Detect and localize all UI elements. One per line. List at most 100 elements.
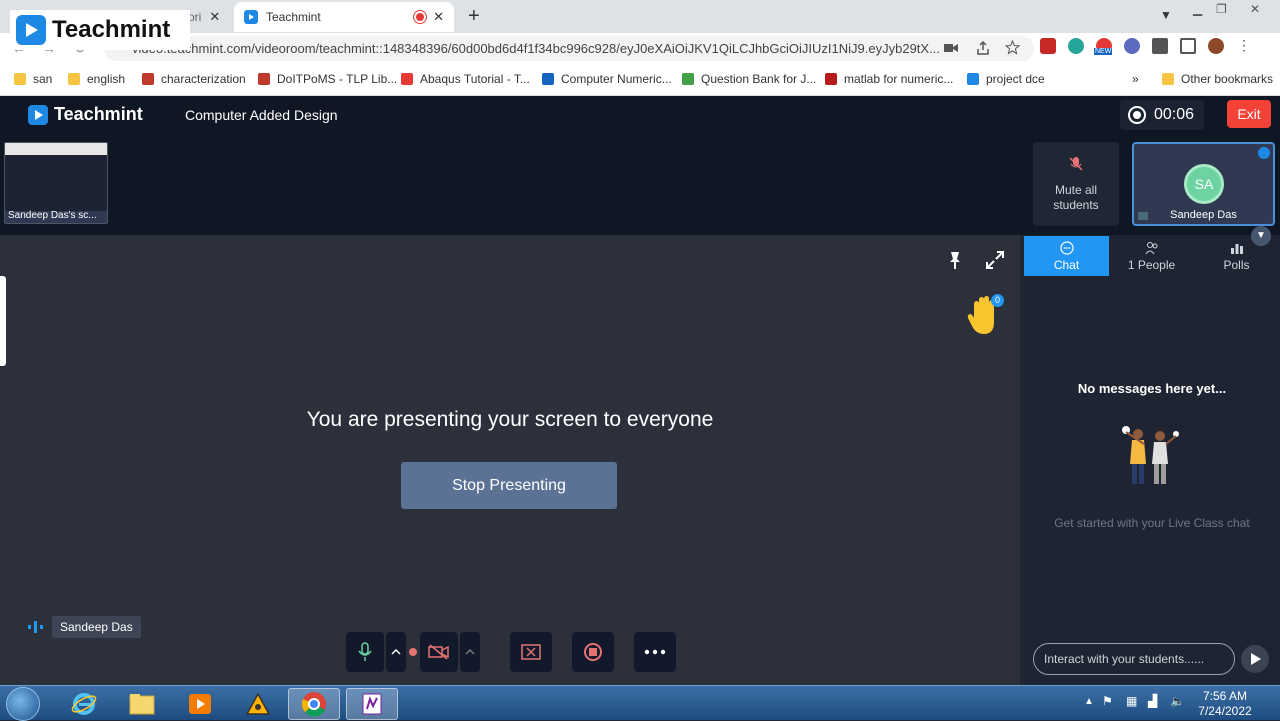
other-bookmarks[interactable]: Other bookmarks	[1162, 72, 1273, 86]
fullscreen-icon[interactable]	[985, 250, 1005, 270]
tab-close-icon[interactable]: ✕	[209, 9, 220, 25]
stop-recording-button[interactable]	[572, 632, 614, 672]
signal-icon[interactable]: ▟	[1148, 694, 1157, 708]
tray-expand-icon[interactable]: ▲	[1084, 696, 1094, 707]
tab-people[interactable]: 1 People	[1109, 236, 1194, 276]
system-clock[interactable]: 7:56 AM 7/24/2022	[1190, 689, 1260, 719]
chat-icon	[1060, 241, 1074, 255]
extension-icon[interactable]	[1040, 38, 1056, 54]
bookmark-item[interactable]: matlab for numeric...	[825, 72, 953, 86]
tab-strip: ori ✕ Teachmint ✕ + ▼ ▁ ❐ ✕	[0, 0, 1280, 33]
camera-blocked-icon[interactable]	[944, 42, 958, 54]
bookmark-label: Computer Numeric...	[561, 72, 672, 86]
tab-inactive[interactable]: ori ✕	[188, 2, 232, 32]
share-icon[interactable]	[976, 41, 990, 55]
exit-button[interactable]: Exit	[1227, 100, 1271, 128]
participant-tile[interactable]: SA Sandeep Das	[1132, 142, 1275, 226]
bookmark-item[interactable]: english	[68, 72, 125, 86]
mic-options-button[interactable]	[386, 632, 406, 672]
polls-icon	[1231, 244, 1243, 254]
chrome-taskbar-icon[interactable]	[288, 688, 340, 720]
tab-chat[interactable]: Chat	[1024, 236, 1109, 276]
chat-input[interactable]	[1033, 643, 1235, 675]
info-icon	[1258, 147, 1270, 159]
url-field[interactable]: video.teachmint.com/videoroom/teachmint:…	[104, 36, 1034, 61]
vlc-app-icon[interactable]	[232, 688, 284, 720]
folder-icon	[1162, 73, 1174, 85]
empty-chat-title: No messages here yet...	[1077, 381, 1227, 396]
restore-icon[interactable]: ❐	[1216, 2, 1227, 16]
bookmark-label: characterization	[161, 72, 246, 86]
mic-button[interactable]	[346, 632, 384, 672]
more-options-button[interactable]	[634, 632, 676, 672]
bookmark-item[interactable]: characterization	[142, 72, 246, 86]
puzzle-icon[interactable]	[1152, 38, 1168, 54]
bookmark-item[interactable]: san	[14, 72, 52, 86]
flag-icon[interactable]: ⚑	[1102, 694, 1113, 708]
mute-all-button[interactable]: Mute all students	[1033, 142, 1119, 226]
bookmark-item[interactable]: Computer Numeric...	[542, 72, 672, 86]
file-explorer-icon[interactable]	[116, 688, 168, 720]
profile-extension-icon[interactable]	[1124, 38, 1140, 54]
overflow-chevron-icon: »	[1132, 72, 1139, 86]
bookmark-star-icon[interactable]	[1005, 40, 1020, 55]
chevron-up-icon	[465, 649, 475, 655]
participant-name: Sandeep Das	[1170, 209, 1237, 221]
grammarly-icon[interactable]	[1068, 38, 1084, 54]
bookmark-label: matlab for numeric...	[844, 72, 954, 86]
volume-icon[interactable]: 🔈	[1170, 694, 1185, 708]
camera-button[interactable]	[420, 632, 458, 672]
scribd-icon	[542, 73, 554, 85]
onenote-taskbar-icon[interactable]	[346, 688, 398, 720]
checkmark-icon	[682, 73, 694, 85]
side-panel-icon[interactable]	[1180, 38, 1196, 54]
bookmarks-bar: san english characterization DoITPoMS - …	[0, 64, 1280, 96]
tab-label: 1 People	[1127, 258, 1176, 272]
network-icon[interactable]: ▦	[1126, 694, 1137, 708]
screen-share-thumbnail[interactable]: Sandeep Das's sc...	[4, 142, 108, 224]
people-icon	[1145, 242, 1158, 255]
tab-search-chevron-icon[interactable]: ▼	[1160, 8, 1172, 22]
windows-start-icon[interactable]	[6, 687, 40, 721]
tab-close-icon[interactable]: ✕	[433, 9, 444, 25]
window-close-icon[interactable]: ✕	[1250, 2, 1260, 16]
pin-icon[interactable]	[946, 250, 964, 270]
tab-teachmint[interactable]: Teachmint ✕	[234, 2, 454, 32]
stop-share-button[interactable]	[510, 632, 552, 672]
record-icon	[1128, 106, 1146, 124]
app-header: Teachmint Computer Added Design 00:06 Ex…	[0, 96, 1280, 134]
bookmark-label: english	[87, 72, 126, 86]
thumbnail-label: Sandeep Das's sc...	[8, 210, 97, 221]
bookmark-item[interactable]: project dce	[967, 72, 1045, 86]
new-badge: NEW	[1094, 48, 1113, 55]
profile-avatar-icon[interactable]	[1208, 38, 1224, 54]
minimize-icon[interactable]: ▁	[1193, 2, 1202, 16]
new-extension-icon[interactable]: NEW	[1094, 38, 1113, 55]
mic-off-icon	[1069, 157, 1083, 171]
watermark-text: Teachmint	[52, 16, 171, 43]
raise-hand-icon[interactable]: 0	[966, 294, 1006, 340]
recording-timer: 00:06	[1120, 100, 1204, 130]
send-message-button[interactable]	[1241, 645, 1269, 673]
bookmark-label: Other bookmarks	[1181, 72, 1274, 86]
bookmark-item[interactable]: Abaqus Tutorial - T...	[401, 72, 530, 86]
camera-options-button[interactable]	[460, 632, 480, 672]
presenting-message: You are presenting your screen to everyo…	[306, 408, 714, 431]
clock-date: 7/24/2022	[1198, 704, 1252, 718]
bookmark-item[interactable]: Question Bank for J...	[682, 72, 816, 86]
collapse-panel-chevron-icon[interactable]: ▼	[1251, 226, 1271, 246]
chevron-up-icon	[391, 649, 401, 655]
new-tab-button[interactable]: +	[468, 5, 480, 28]
internet-explorer-icon[interactable]	[58, 688, 110, 720]
kebab-menu-icon[interactable]: ⋮	[1236, 38, 1252, 54]
media-player-icon[interactable]	[174, 688, 226, 720]
side-drawer-handle[interactable]	[0, 276, 6, 366]
folder-icon	[14, 73, 26, 85]
teachmint-logo-icon	[16, 15, 46, 45]
stop-presenting-button[interactable]: Stop Presenting	[401, 462, 617, 509]
notebook-icon	[362, 693, 382, 715]
bookmark-item[interactable]: DoITPoMS - TLP Lib...	[258, 72, 397, 86]
bookmarks-overflow[interactable]: »	[1132, 72, 1139, 86]
